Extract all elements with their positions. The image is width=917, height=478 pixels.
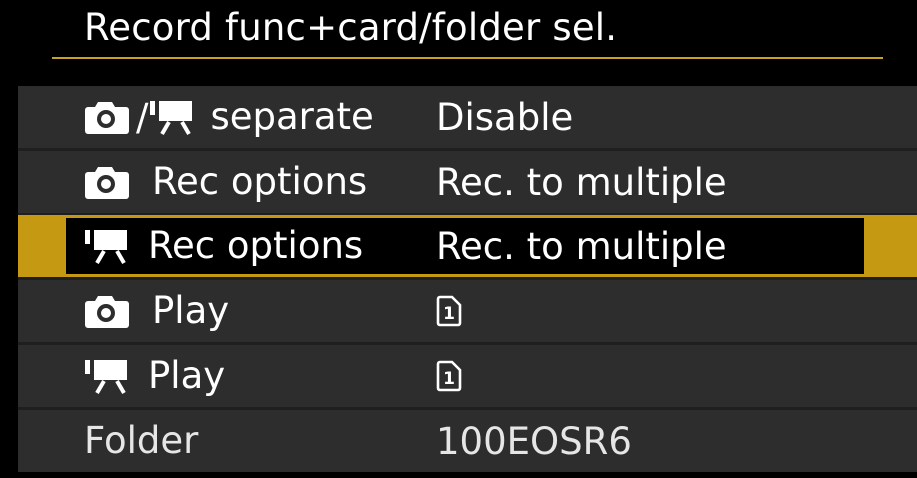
title-divider bbox=[52, 57, 883, 59]
movie-camera-icon bbox=[84, 227, 130, 265]
menu-item-label: Folder bbox=[84, 419, 199, 462]
movie-camera-icon bbox=[84, 357, 130, 395]
svg-text:1: 1 bbox=[443, 369, 455, 389]
card-1-icon: 1 bbox=[436, 295, 462, 327]
menu-item-photo-play[interactable]: Play 1 bbox=[18, 280, 917, 342]
card-1-icon: 1 bbox=[436, 360, 462, 392]
menu-item-value: 100EOSR6 bbox=[436, 419, 632, 463]
menu-item-value: Disable bbox=[436, 95, 574, 139]
menu-item-label: Rec options bbox=[152, 160, 368, 203]
menu-item-value: 1 bbox=[436, 345, 462, 407]
separator-slash: / bbox=[136, 95, 149, 139]
menu-item-separate[interactable]: / separate Disable bbox=[18, 86, 917, 148]
menu-item-folder[interactable]: Folder 100EOSR6 bbox=[18, 410, 917, 472]
camera-icon bbox=[84, 294, 130, 328]
menu-item-value: 1 bbox=[436, 280, 462, 342]
menu-item-label: Play bbox=[152, 289, 230, 332]
menu-item-label: Rec options bbox=[148, 224, 364, 267]
menu-item-value: Rec. to multiple bbox=[436, 224, 727, 268]
camera-icon bbox=[84, 165, 130, 199]
menu-item-movie-play[interactable]: Play 1 bbox=[18, 345, 917, 407]
svg-text:1: 1 bbox=[443, 304, 455, 324]
menu-item-value: Rec. to multiple bbox=[436, 160, 727, 204]
movie-camera-icon bbox=[150, 98, 194, 136]
menu-list: / separate Disable Rec options Rec. to m… bbox=[18, 86, 917, 472]
menu-item-label: separate bbox=[210, 95, 374, 138]
menu-item-movie-rec-options[interactable]: Rec options Rec. to multiple bbox=[18, 215, 917, 277]
menu-item-label: Play bbox=[148, 354, 226, 397]
camera-icon bbox=[84, 100, 130, 134]
menu-item-photo-rec-options[interactable]: Rec options Rec. to multiple bbox=[18, 151, 917, 213]
menu-title: Record func+card/folder sel. bbox=[84, 6, 618, 49]
